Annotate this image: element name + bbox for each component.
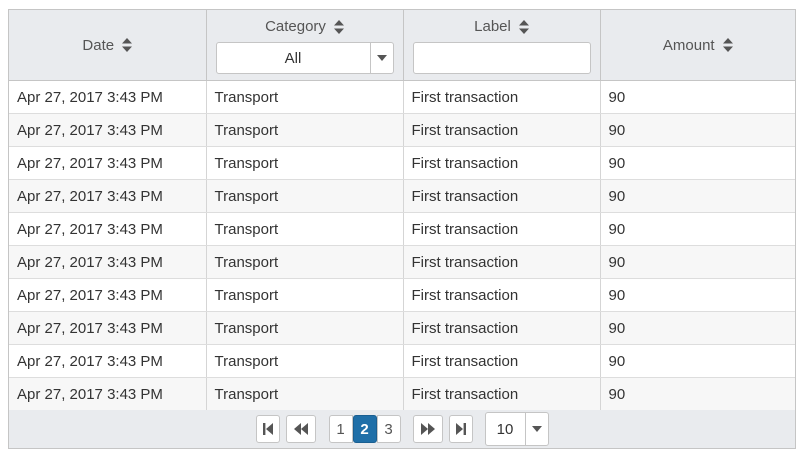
cell-category: Transport	[206, 344, 404, 378]
first-page-button[interactable]	[255, 415, 280, 443]
table-row[interactable]: Apr 27, 2017 3:43 PM Transport First tra…	[9, 278, 795, 312]
table-row[interactable]: Apr 27, 2017 3:43 PM Transport First tra…	[9, 113, 795, 147]
cell-label: First transaction	[403, 179, 601, 213]
pagination-bar: 1 2 3 10	[9, 410, 795, 448]
cell-amount: 90	[600, 212, 795, 246]
cell-date: Apr 27, 2017 3:43 PM	[9, 278, 207, 312]
next-page-button[interactable]	[412, 415, 443, 443]
page-1-button[interactable]: 1	[328, 415, 353, 443]
cell-category: Transport	[206, 146, 404, 180]
chevron-down-icon[interactable]	[371, 43, 393, 73]
table-row[interactable]: Apr 27, 2017 3:43 PM Transport First tra…	[9, 179, 795, 213]
cell-amount: 90	[600, 245, 795, 279]
cell-amount: 90	[600, 179, 795, 213]
column-header-amount[interactable]: Amount	[600, 10, 795, 81]
table-row[interactable]: Apr 27, 2017 3:43 PM Transport First tra…	[9, 212, 795, 246]
column-header-label: Label	[403, 10, 601, 81]
sort-icon	[122, 38, 133, 52]
header-row: Date Category All Label Amount	[9, 10, 795, 81]
cell-label: First transaction	[403, 278, 601, 312]
cell-label: First transaction	[403, 146, 601, 180]
sort-category-button[interactable]: Category	[265, 18, 344, 35]
cell-amount: 90	[600, 113, 795, 147]
cell-date: Apr 27, 2017 3:43 PM	[9, 245, 207, 279]
cell-label: First transaction	[403, 344, 601, 378]
column-title: Date	[82, 36, 115, 54]
last-page-button[interactable]	[448, 415, 473, 443]
cell-date: Apr 27, 2017 3:43 PM	[9, 146, 207, 180]
column-header-date[interactable]: Date	[9, 10, 207, 81]
cell-amount: 90	[600, 80, 795, 114]
cell-category: Transport	[206, 113, 404, 147]
column-header-category: Category All	[206, 10, 404, 81]
sort-amount-button[interactable]: Amount	[663, 37, 733, 54]
cell-amount: 90	[600, 311, 795, 345]
column-title: Label	[474, 18, 511, 35]
table-row[interactable]: Apr 27, 2017 3:43 PM Transport First tra…	[9, 311, 795, 345]
column-title: Amount	[662, 36, 715, 54]
cell-label: First transaction	[403, 212, 601, 246]
transactions-table: Date Category All Label Amount Apr 27, 2…	[9, 10, 795, 411]
chevron-down-icon[interactable]	[526, 413, 548, 445]
table-row[interactable]: Apr 27, 2017 3:43 PM Transport First tra…	[9, 377, 795, 411]
cell-category: Transport	[206, 311, 404, 345]
cell-date: Apr 27, 2017 3:43 PM	[9, 113, 207, 147]
cell-label: First transaction	[403, 245, 601, 279]
data-grid: Date Category All Label Amount Apr 27, 2…	[8, 9, 796, 449]
table-row[interactable]: Apr 27, 2017 3:43 PM Transport First tra…	[9, 80, 795, 114]
table-row[interactable]: Apr 27, 2017 3:43 PM Transport First tra…	[9, 146, 795, 180]
cell-category: Transport	[206, 245, 404, 279]
page-3-button[interactable]: 3	[376, 415, 401, 443]
cell-category: Transport	[206, 179, 404, 213]
cell-amount: 90	[600, 278, 795, 312]
table-row[interactable]: Apr 27, 2017 3:43 PM Transport First tra…	[9, 344, 795, 378]
cell-category: Transport	[206, 278, 404, 312]
table-row[interactable]: Apr 27, 2017 3:43 PM Transport First tra…	[9, 245, 795, 279]
sort-icon	[518, 19, 529, 34]
cell-date: Apr 27, 2017 3:43 PM	[9, 179, 207, 213]
next-page-icon	[420, 423, 435, 435]
cell-amount: 90	[600, 377, 795, 411]
cell-label: First transaction	[403, 377, 601, 411]
cell-category: Transport	[206, 80, 404, 114]
category-filter-value: All	[217, 43, 371, 73]
sort-icon	[722, 38, 733, 52]
first-page-icon	[262, 423, 273, 435]
last-page-icon	[455, 423, 466, 435]
cell-date: Apr 27, 2017 3:43 PM	[9, 377, 207, 411]
category-filter-dropdown[interactable]: All	[215, 42, 394, 74]
sort-icon	[333, 19, 344, 34]
cell-label: First transaction	[403, 311, 601, 345]
cell-amount: 90	[600, 344, 795, 378]
column-title: Category	[265, 18, 326, 35]
page-size-dropdown[interactable]: 10	[484, 412, 549, 446]
previous-page-icon	[293, 423, 308, 435]
cell-label: First transaction	[403, 80, 601, 114]
cell-date: Apr 27, 2017 3:43 PM	[9, 344, 207, 378]
cell-date: Apr 27, 2017 3:43 PM	[9, 80, 207, 114]
page-size-value: 10	[486, 413, 526, 445]
sort-label-button[interactable]: Label	[474, 18, 529, 35]
previous-page-button[interactable]	[285, 415, 316, 443]
page-2-button[interactable]: 2	[352, 415, 377, 443]
cell-amount: 90	[600, 146, 795, 180]
sort-date-button[interactable]: Date	[82, 36, 133, 54]
cell-date: Apr 27, 2017 3:43 PM	[9, 311, 207, 345]
cell-label: First transaction	[403, 113, 601, 147]
cell-date: Apr 27, 2017 3:43 PM	[9, 212, 207, 246]
cell-category: Transport	[206, 377, 404, 411]
cell-category: Transport	[206, 212, 404, 246]
label-filter-input[interactable]	[412, 42, 591, 74]
